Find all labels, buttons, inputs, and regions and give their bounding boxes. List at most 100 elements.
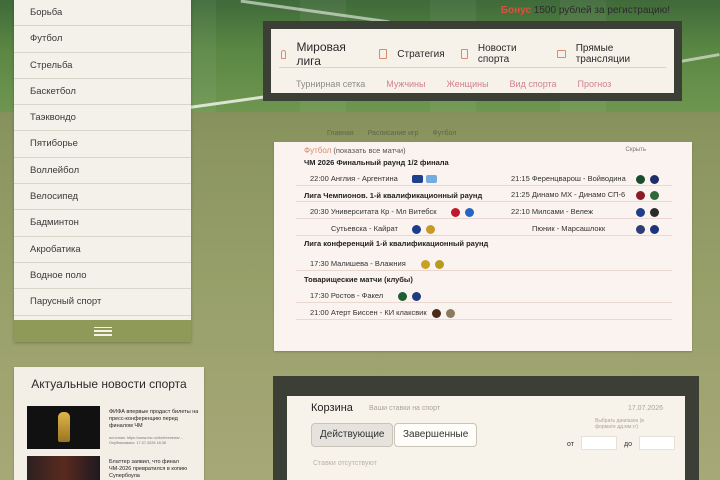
menu-toggle-button[interactable] bbox=[14, 320, 191, 342]
nav-divider bbox=[279, 67, 666, 68]
news-thumbnail[interactable] bbox=[27, 456, 100, 480]
match-left[interactable]: 21:00 Атерт Биссен - КИ клаксвик bbox=[310, 306, 427, 319]
basket-section: Корзина Ваши ставки на спорт 17.07.2026 … bbox=[273, 376, 699, 480]
news-headline[interactable]: Блаттер заявил, что финал ЧМ-2026 превра… bbox=[109, 459, 199, 480]
nav-label: Прямые трансляции bbox=[575, 43, 631, 65]
match-row: 21:25 Динамо МХ - Динамо СП-6 bbox=[296, 188, 672, 202]
trophy-icon bbox=[58, 412, 70, 442]
match-left[interactable]: Сутьевска - Кайрат bbox=[331, 222, 398, 235]
sport-menu-item[interactable]: Стрельба bbox=[14, 53, 191, 79]
date-to-input[interactable] bbox=[639, 436, 675, 450]
news-panel: Актуальные новости спорта ФИФА впервые п… bbox=[14, 367, 204, 480]
match-right[interactable]: 21:15 Ференцварош - Войводина bbox=[511, 172, 626, 185]
nav-strategy[interactable]: Стратегия bbox=[379, 49, 445, 60]
team-logo-icon bbox=[650, 175, 659, 184]
sport-menu-item[interactable]: Велосипед bbox=[14, 184, 191, 211]
bonus-accent: Бонус bbox=[500, 5, 532, 16]
match-right[interactable]: Пюник - Марсашлокк bbox=[532, 222, 605, 235]
breadcrumb: Главная Расписание игр Футбол bbox=[327, 130, 468, 137]
match-right[interactable]: 22:10 Милсами - Вележ bbox=[511, 205, 593, 218]
match-left[interactable]: 17:30 Малишева - Влажния bbox=[310, 257, 406, 270]
league-title[interactable]: Товарищеские матчи (клубы) bbox=[304, 275, 413, 284]
nav-forecast[interactable]: Прогноз bbox=[578, 79, 612, 89]
sport-menu-item[interactable]: Водное поло bbox=[14, 263, 191, 290]
sport-menu-item[interactable]: Бадминтон bbox=[14, 210, 191, 237]
date-from-input[interactable] bbox=[581, 436, 617, 450]
news-headline[interactable]: ФИФА впервые продаст билеты на пресс-кон… bbox=[109, 409, 199, 430]
team-logo-icon bbox=[426, 175, 437, 183]
league-title[interactable]: Лига конференций 1-й квалификационный ра… bbox=[304, 239, 488, 248]
nav-label: Новости спорта bbox=[477, 43, 517, 65]
folder-icon bbox=[556, 50, 566, 58]
show-all-matches-link[interactable]: (показать все матчи) bbox=[333, 146, 405, 155]
match-left[interactable]: 20:30 Университата Кр - Мл Витебск bbox=[310, 205, 437, 218]
match-row: 21:00 Атерт Биссен - КИ клаксвик bbox=[296, 306, 672, 320]
news-thumbnail[interactable] bbox=[27, 406, 100, 449]
sport-menu-item[interactable]: Футбол bbox=[14, 26, 191, 53]
tab-active-bets[interactable]: Действующие bbox=[311, 423, 394, 447]
hamburger-icon bbox=[93, 326, 112, 336]
document-icon bbox=[379, 49, 388, 59]
matches-header: Футбол (показать все матчи) bbox=[304, 146, 406, 155]
news-meta: источник: https://www.rbc.ru/rbcfreenews… bbox=[109, 436, 183, 445]
hide-button[interactable]: Скрыть bbox=[626, 147, 646, 153]
nav-primary: Мировая лига Стратегия Новости спорта Пр… bbox=[281, 40, 674, 68]
matches-panel: Футбол (показать все матчи) Скрыть ЧМ 20… bbox=[274, 142, 692, 351]
match-right[interactable]: 21:25 Динамо МХ - Динамо СП-6 bbox=[511, 188, 625, 201]
from-label: от bbox=[567, 441, 574, 448]
breadcrumb-home[interactable]: Главная bbox=[327, 130, 354, 137]
nav-men[interactable]: Мужчины bbox=[386, 79, 425, 89]
nav-world-league[interactable]: Мировая лига bbox=[281, 40, 363, 68]
team-logo-icon bbox=[412, 175, 423, 183]
date-range-hint: Выбрать диапазон (в формате дд.мм.гг) bbox=[595, 418, 644, 430]
breadcrumb-schedule[interactable]: Расписание игр bbox=[368, 130, 419, 137]
team-logo-icon bbox=[451, 208, 460, 217]
bonus-banner[interactable]: Бонус 1500 рублей за регистрацию! bbox=[470, 5, 670, 16]
basket-subtitle: Ваши ставки на спорт bbox=[369, 405, 441, 412]
top-nav: Мировая лига Стратегия Новости спорта Пр… bbox=[263, 21, 682, 101]
team-logo-icon bbox=[636, 175, 645, 184]
nav-tournament-bracket[interactable]: Турнирная сетка bbox=[296, 79, 365, 89]
team-logo-icon bbox=[421, 260, 430, 269]
nav-secondary: Турнирная сетка Мужчины Женщины Вид спор… bbox=[296, 79, 632, 89]
league-title[interactable]: ЧМ 2026 Финальный раунд 1/2 финала bbox=[304, 158, 449, 167]
news-title: Актуальные новости спорта bbox=[31, 377, 187, 391]
team-logo-icon bbox=[412, 292, 421, 301]
sport-menu: Борьба Футбол Стрельба Баскетбол Таэквондо Пя… bbox=[14, 0, 191, 342]
nav-women[interactable]: Женщины bbox=[447, 79, 489, 89]
team-logo-icon bbox=[650, 225, 659, 234]
team-logo-icon bbox=[650, 191, 659, 200]
breadcrumb-football[interactable]: Футбол bbox=[432, 130, 456, 137]
sport-menu-item[interactable]: Борьба bbox=[14, 0, 191, 27]
matches-sport[interactable]: Футбол bbox=[304, 146, 331, 155]
match-left[interactable]: 22:00 Англия - Аргентина bbox=[310, 172, 398, 185]
team-logo-icon bbox=[636, 208, 645, 217]
nav-sport-news[interactable]: Новости спорта bbox=[460, 43, 541, 65]
sport-menu-item[interactable]: Парусный спорт bbox=[14, 289, 191, 316]
match-left[interactable]: 17:30 Ростов - Факел bbox=[310, 289, 383, 302]
sport-menu-item[interactable]: Баскетбол bbox=[14, 79, 191, 106]
match-row: 20:30 Университата Кр - Мл Витебск 22:10 … bbox=[296, 205, 672, 219]
team-logo-icon bbox=[412, 225, 421, 234]
team-logo-icon bbox=[432, 309, 441, 318]
tab-finished-bets[interactable]: Завершенные bbox=[394, 423, 478, 447]
sport-menu-item[interactable]: Таэквондо bbox=[14, 105, 191, 132]
sport-menu-item[interactable]: Воллейбол bbox=[14, 158, 191, 185]
page-icon bbox=[460, 49, 468, 59]
basket-date: 17.07.2026 bbox=[627, 405, 663, 412]
team-logo-icon bbox=[435, 260, 444, 269]
basket-panel: Корзина Ваши ставки на спорт 17.07.2026 … bbox=[287, 396, 685, 480]
nav-sport-type[interactable]: Вид спорта bbox=[510, 79, 557, 89]
sport-menu-item[interactable]: Пятиборье bbox=[14, 131, 191, 158]
sport-menu-item[interactable]: Акробатика bbox=[14, 237, 191, 263]
match-row: 17:30 Малишева - Влажния bbox=[296, 257, 672, 271]
team-logo-icon bbox=[650, 208, 659, 217]
team-logo-icon bbox=[636, 191, 645, 200]
nav-label: Мировая лига bbox=[296, 40, 346, 68]
team-logo-icon bbox=[465, 208, 474, 217]
match-row: 17:30 Ростов - Факел bbox=[296, 289, 672, 303]
team-logo-icon bbox=[446, 309, 455, 318]
match-row: 22:00 Англия - Аргентина 21:15 Ференцваро… bbox=[296, 172, 672, 186]
nav-live-streams[interactable]: Прямые трансляции bbox=[556, 43, 658, 65]
match-row: Сутьевска - Кайрат Пюник - Марсашлокк bbox=[296, 222, 672, 236]
